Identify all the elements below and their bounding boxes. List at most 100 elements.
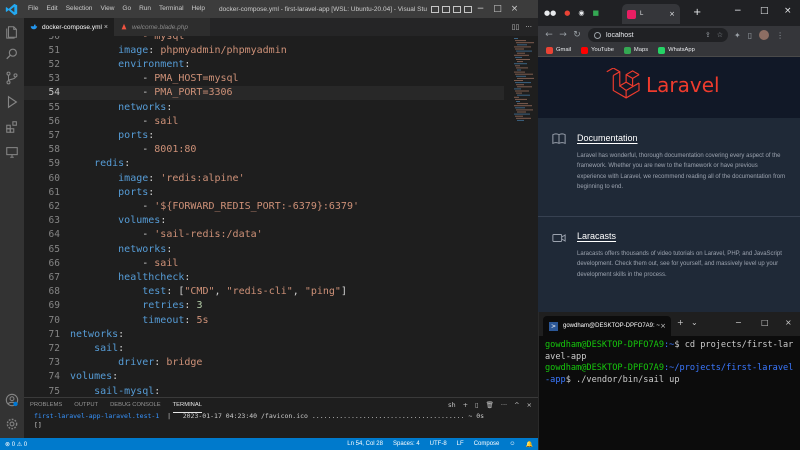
close-icon[interactable]: × — [506, 4, 523, 14]
extensions-puzzle-icon[interactable]: ✦ — [734, 31, 741, 40]
recording-icon[interactable]: ● — [564, 9, 570, 17]
code-line[interactable]: 51 image: phpmyadmin/phpmyadmin — [24, 43, 504, 57]
code-line[interactable]: 65 networks: — [24, 242, 504, 256]
terminal-tab-close-icon[interactable]: × — [660, 322, 666, 330]
bookmark-whatsapp[interactable]: WhatsApp — [658, 46, 695, 54]
menu-file[interactable]: File — [24, 0, 42, 18]
menu-view[interactable]: View — [96, 0, 118, 18]
code-line[interactable]: 74 volumes: — [24, 370, 504, 384]
tab-debug-console[interactable]: DEBUG CONSOLE — [110, 398, 161, 412]
end-of-line[interactable]: LF — [452, 441, 469, 447]
feedback-icon[interactable]: ☺ — [504, 441, 520, 447]
code-editor[interactable]: 50- mysql 51 image: phpmyadmin/phpmyadmin 5… — [24, 36, 538, 396]
minimize-icon[interactable]: − — [472, 4, 489, 14]
tab-problems[interactable]: PROBLEMS — [30, 398, 62, 412]
new-tab-icon[interactable]: + — [693, 7, 701, 18]
notifications-bell-icon[interactable]: 🔔 — [521, 441, 538, 448]
maximize-panel-icon[interactable]: ^ — [514, 401, 519, 409]
menu-edit[interactable]: Edit — [42, 0, 61, 18]
terminal-new-tab-icon[interactable]: + — [677, 318, 684, 327]
code-line[interactable]: 70 timeout: 5s — [24, 313, 504, 327]
profile-avatar[interactable] — [759, 30, 770, 40]
sidepanel-icon[interactable]: ▯ — [748, 31, 752, 40]
code-line[interactable]: 62 - '${FORWARD_REDIS_PORT:-6379}:6379' — [24, 199, 504, 213]
toggle-sidebar-icon[interactable] — [430, 5, 439, 13]
code-line[interactable]: 53 - PMA_HOST=mysql — [24, 72, 504, 86]
chrome-maximize-icon[interactable]: □ — [760, 6, 769, 16]
address-bar[interactable]: ⇪ ☆ — [588, 28, 728, 42]
search-icon[interactable] — [5, 46, 19, 60]
toggle-secondary-sidebar-icon[interactable] — [452, 5, 461, 13]
code-line[interactable]: 57 ports: — [24, 128, 504, 142]
code-line[interactable]: 59 redis: — [24, 157, 504, 171]
code-line[interactable]: 54 - PMA_PORT=3306 — [24, 85, 504, 100]
code-line[interactable]: 56 - sail — [24, 114, 504, 128]
terminal-close-icon[interactable]: × — [785, 318, 792, 327]
terminal-body[interactable]: gowdham@DESKTOP-DPFO7A9:~$ cd projects/f… — [539, 336, 800, 390]
tab-close-icon[interactable]: × — [104, 24, 108, 31]
tab-welcome-blade[interactable]: welcome.blade.php — [114, 18, 210, 36]
menu-selection[interactable]: Selection — [62, 0, 97, 18]
code-line[interactable]: 75 sail-mysql: — [24, 384, 504, 396]
source-control-icon[interactable] — [5, 70, 19, 85]
tab-search-icon[interactable]: ●● — [544, 9, 556, 17]
menu-go[interactable]: Go — [118, 0, 135, 18]
tab-terminal[interactable]: TERMINAL — [172, 398, 202, 413]
bookmark-gmail[interactable]: Gmail — [546, 46, 571, 54]
terminal-minimize-icon[interactable]: − — [735, 318, 742, 327]
encoding[interactable]: UTF-8 — [425, 441, 452, 447]
kill-terminal-icon[interactable]: 🗑 — [486, 401, 494, 409]
laracasts-link[interactable]: Laracasts — [577, 231, 616, 241]
chrome-active-tab[interactable]: L × — [622, 4, 680, 24]
bookmark-maps[interactable]: Maps — [623, 46, 648, 54]
menu-run[interactable]: Run — [135, 0, 155, 18]
code-line[interactable]: 60 image: 'redis:alpine' — [24, 171, 504, 185]
code-line[interactable]: 52 environment: — [24, 57, 504, 71]
back-icon[interactable]: ← — [542, 30, 556, 40]
github-icon[interactable]: ◉ — [578, 9, 584, 17]
chrome-tab-close-icon[interactable]: × — [669, 10, 675, 18]
new-terminal-icon[interactable]: + — [463, 401, 468, 409]
terminal-cursor-line[interactable]: [] — [24, 421, 538, 430]
menu-terminal[interactable]: Terminal — [155, 0, 188, 18]
split-editor-icon[interactable]: ▯▯ — [512, 23, 520, 31]
code-line[interactable]: 63 volumes: — [24, 214, 504, 228]
bookmark-star-icon[interactable]: ☆ — [717, 31, 723, 39]
account-icon[interactable] — [5, 392, 19, 407]
more-icon[interactable]: ··· — [501, 401, 507, 409]
language-mode[interactable]: Compose — [469, 441, 505, 447]
terminal-dropdown-icon[interactable]: ⌄ — [691, 318, 698, 327]
tab-docker-compose[interactable]: docker-compose.yml × — [24, 18, 114, 36]
code-line[interactable]: 69 retries: 3 — [24, 299, 504, 313]
terminal-link[interactable]: first-laravel-app-laravel.test-1 — [34, 412, 159, 420]
cursor-position[interactable]: Ln 54, Col 28 — [342, 441, 388, 447]
explorer-icon[interactable] — [5, 24, 19, 39]
share-icon[interactable]: ⇪ — [705, 31, 711, 39]
remote-explorer-icon[interactable] — [5, 144, 19, 158]
toggle-panel-icon[interactable] — [441, 5, 450, 13]
code-line[interactable]: 58 - 8001:80 — [24, 143, 504, 157]
reload-icon[interactable]: ↻ — [570, 30, 584, 40]
code-line[interactable]: 73 driver: bridge — [24, 356, 504, 370]
code-line[interactable]: 64 - 'sail-redis:/data' — [24, 228, 504, 242]
site-info-icon[interactable] — [594, 31, 601, 39]
run-debug-icon[interactable] — [5, 94, 19, 109]
menu-help[interactable]: Help — [188, 0, 209, 18]
pinned-tab-icon[interactable]: ■ — [592, 9, 599, 17]
bookmark-youtube[interactable]: YouTube — [581, 46, 614, 54]
settings-gear-icon[interactable] — [5, 416, 19, 430]
minimap[interactable] — [512, 36, 538, 126]
code-line[interactable]: 68 test: ["CMD", "redis-cli", "ping"] — [24, 285, 504, 299]
more-actions-icon[interactable]: ··· — [525, 23, 532, 31]
maximize-icon[interactable]: □ — [489, 4, 506, 14]
code-line[interactable]: 61 ports: — [24, 185, 504, 199]
code-line[interactable]: 55 networks: — [24, 100, 504, 114]
customize-layout-icon[interactable] — [463, 5, 472, 13]
code-line[interactable]: 66 - sail — [24, 256, 504, 270]
terminal-tab[interactable]: > gowdham@DESKTOP-DPFO7A9: ~ × — [543, 316, 671, 336]
problems-status[interactable]: ⊗ 0 ⚠ 0 — [0, 441, 32, 448]
extensions-icon[interactable] — [5, 119, 19, 133]
code-line[interactable]: 72 sail: — [24, 341, 504, 355]
close-panel-icon[interactable]: × — [527, 401, 532, 409]
code-line[interactable]: 71 networks: — [24, 327, 504, 341]
